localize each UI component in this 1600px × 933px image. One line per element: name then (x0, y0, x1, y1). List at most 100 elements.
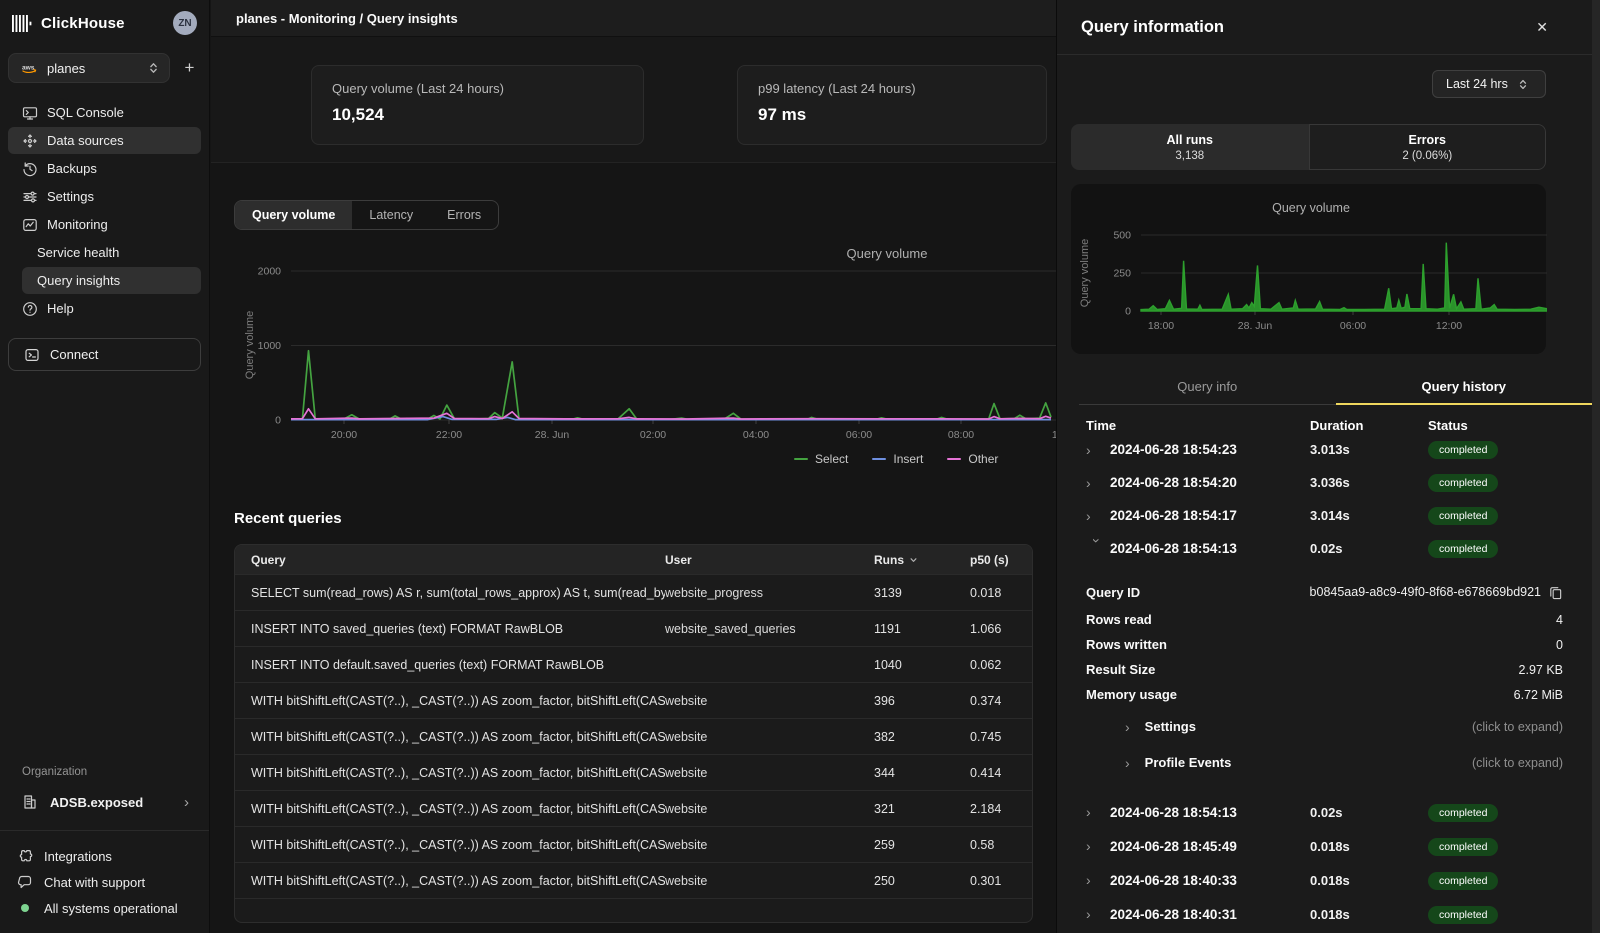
history-row[interactable]: ›2024-06-28 18:45:490.018scompleted (1057, 829, 1600, 863)
sidebar-item-monitoring[interactable]: Monitoring (8, 211, 201, 238)
p50-cell: 0.301 (970, 874, 1016, 888)
workspace-select[interactable]: aws planes (8, 53, 170, 83)
summary-tab-label: All runs (1166, 133, 1213, 147)
history-duration: 3.013s (1310, 442, 1428, 457)
summary-tab-errors[interactable]: Errors2 (0.06%) (1309, 124, 1547, 170)
query-volume-chart[interactable]: 01000200020:0022:0028. Jun02:0004:0006:0… (234, 240, 1056, 445)
detail-rows: Rows read4Rows written0Result Size2.97 K… (1086, 607, 1563, 707)
chevron-right-icon[interactable]: › (1086, 805, 1110, 819)
detail-row-rows-written: Rows written0 (1086, 632, 1563, 657)
user-avatar[interactable]: ZN (173, 11, 197, 35)
table-row[interactable]: WITH bitShiftLeft(CAST(?..), _CAST(?..))… (235, 790, 1032, 826)
brand-title: ClickHouse (41, 15, 125, 32)
table-row-partial (235, 898, 1032, 922)
table-row[interactable]: WITH bitShiftLeft(CAST(?..), _CAST(?..))… (235, 682, 1032, 718)
panel-query-volume-chart[interactable]: 025050018:0028. Jun06:0012:00Query volum… (1071, 188, 1547, 340)
close-icon[interactable]: ✕ (1536, 20, 1548, 34)
table-row[interactable]: WITH bitShiftLeft(CAST(?..), _CAST(?..))… (235, 754, 1032, 790)
sidebar-item-sql-console[interactable]: SQL Console (8, 99, 201, 126)
chevron-right-icon: › (1125, 719, 1130, 735)
svg-text:28. Jun: 28. Jun (1238, 320, 1273, 332)
table-row[interactable]: SELECT sum(read_rows) AS r, sum(total_ro… (235, 574, 1032, 610)
table-row[interactable]: INSERT INTO default.saved_queries (text)… (235, 646, 1032, 682)
history-time: 2024-06-28 18:54:17 (1110, 508, 1310, 523)
sidebar-item-query-insights[interactable]: Query insights (22, 267, 201, 294)
chevron-down-icon[interactable]: › (1090, 538, 1104, 562)
svg-text:Query volume: Query volume (1079, 239, 1091, 307)
panel-scrollbar[interactable] (1592, 0, 1600, 933)
history-row[interactable]: ›2024-06-28 18:54:203.036scompleted (1057, 466, 1600, 499)
sidebar-footer-chat-with-support[interactable]: Chat with support (0, 869, 209, 895)
history-time: 2024-06-28 18:54:23 (1110, 442, 1310, 457)
sidebar-item-backups[interactable]: Backups (8, 155, 201, 182)
detail-row-memory-usage: Memory usage6.72 MiB (1086, 682, 1563, 707)
chevron-right-icon[interactable]: › (1086, 873, 1110, 887)
history-duration: 0.02s (1310, 541, 1428, 556)
expandable-profile-events[interactable]: ›Profile Events(click to expand) (1086, 746, 1563, 779)
table-row[interactable]: INSERT INTO saved_queries (text) FORMAT … (235, 610, 1032, 646)
query-id-row: Query ID b0845aa9-a8c9-49f0-8f68-e678669… (1086, 577, 1563, 607)
sidebar-footer-integrations[interactable]: Integrations (0, 843, 209, 869)
tab-query-volume[interactable]: Query volume (235, 201, 352, 229)
chevron-right-icon[interactable]: › (1086, 476, 1110, 490)
tab-query-info[interactable]: Query info (1079, 370, 1336, 404)
svg-text:22:00: 22:00 (436, 429, 462, 441)
chevron-right-icon[interactable]: › (1086, 839, 1110, 853)
legend-item-other[interactable]: Other (947, 452, 998, 466)
history-status: completed (1428, 506, 1600, 525)
query-cell: WITH bitShiftLeft(CAST(?..), _CAST(?..))… (251, 694, 665, 708)
tab-latency[interactable]: Latency (352, 201, 430, 229)
query-cell: WITH bitShiftLeft(CAST(?..), _CAST(?..))… (251, 838, 665, 852)
settings-icon (22, 189, 38, 205)
chevron-right-icon[interactable]: › (1086, 509, 1110, 523)
legend-item-select[interactable]: Select (794, 452, 848, 466)
copy-icon[interactable] (1548, 585, 1563, 600)
history-row[interactable]: ›2024-06-28 18:54:173.014scompleted (1057, 499, 1600, 532)
svg-text:02:00: 02:00 (640, 429, 666, 441)
add-service-button[interactable]: + (178, 53, 201, 83)
summary-tab-all-runs[interactable]: All runs3,138 (1071, 124, 1309, 170)
history-row[interactable]: ›2024-06-28 18:54:233.013scompleted (1057, 433, 1600, 466)
history-status: completed (1428, 803, 1600, 822)
sidebar-item-help[interactable]: Help (8, 295, 201, 322)
chart-legend: Select Insert Other (794, 449, 1056, 469)
stat-label: Query volume (Last 24 hours) (332, 81, 623, 96)
runs-cell: 344 (874, 766, 970, 780)
history-row[interactable]: ›2024-06-28 18:40:310.018scompleted (1057, 897, 1600, 931)
svg-text:500: 500 (1113, 230, 1131, 242)
table-row[interactable]: WITH bitShiftLeft(CAST(?..), _CAST(?..))… (235, 718, 1032, 754)
chevron-updown-icon (148, 61, 159, 75)
svg-text:Query volume: Query volume (244, 311, 256, 379)
chevron-right-icon[interactable]: › (1086, 443, 1110, 457)
table-row[interactable]: WITH bitShiftLeft(CAST(?..), _CAST(?..))… (235, 862, 1032, 898)
history-row[interactable]: ›2024-06-28 18:54:130.02scompleted (1057, 532, 1600, 565)
app: ClickHouse ZN aws planes + SQL ConsoleDa… (0, 0, 1600, 933)
legend-item-insert[interactable]: Insert (872, 452, 923, 466)
chevron-right-icon[interactable]: › (1086, 907, 1110, 921)
organization-item[interactable]: ADSB.exposed › (8, 787, 201, 817)
tab-errors[interactable]: Errors (430, 201, 498, 229)
organization-icon (22, 794, 38, 810)
column-header-runs[interactable]: Runs (874, 553, 970, 567)
sidebar-item-settings[interactable]: Settings (8, 183, 201, 210)
expandable-settings[interactable]: ›Settings(click to expand) (1086, 710, 1563, 743)
history-column-time: Time (1086, 418, 1310, 433)
runs-cell: 259 (874, 838, 970, 852)
query-id-label: Query ID (1086, 585, 1140, 600)
detail-row-rows-read: Rows read4 (1086, 607, 1563, 632)
sidebar-item-data-sources[interactable]: Data sources (8, 127, 201, 154)
query-cell: WITH bitShiftLeft(CAST(?..), _CAST(?..))… (251, 730, 665, 744)
runs-cell: 382 (874, 730, 970, 744)
time-range-select[interactable]: Last 24 hrs (1432, 70, 1546, 98)
stat-label: p99 latency (Last 24 hours) (758, 81, 1026, 96)
history-row[interactable]: ›2024-06-28 18:40:330.018scompleted (1057, 863, 1600, 897)
svg-text:06:00: 06:00 (846, 429, 872, 441)
mini-chart-card: 025050018:0028. Jun06:0012:00Query volum… (1071, 184, 1546, 354)
tab-query-history[interactable]: Query history (1336, 370, 1593, 404)
connect-button[interactable]: Connect (8, 338, 201, 371)
sidebar-item-service-health[interactable]: Service health (8, 239, 201, 266)
history-row[interactable]: ›2024-06-28 18:54:130.02scompleted (1057, 795, 1600, 829)
table-row[interactable]: WITH bitShiftLeft(CAST(?..), _CAST(?..))… (235, 826, 1032, 862)
sidebar-footer-all-systems-operational[interactable]: All systems operational (0, 895, 209, 921)
query-cell: INSERT INTO default.saved_queries (text)… (251, 658, 665, 672)
